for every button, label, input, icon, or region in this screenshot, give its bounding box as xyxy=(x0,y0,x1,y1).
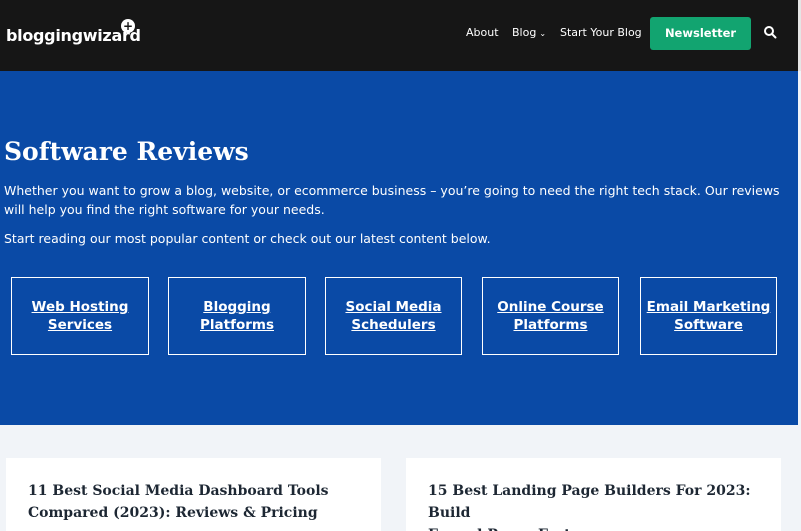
category-web-hosting-button[interactable]: Web Hosting Services xyxy=(11,277,149,355)
nav-start-your-blog-link[interactable]: Start Your Blog xyxy=(560,26,642,39)
category-social-media-schedulers-button[interactable]: Social Media Schedulers xyxy=(325,277,462,355)
page-title: Software Reviews xyxy=(4,137,249,166)
site-header: bloggingwizard + About Blog ⌄ Start Your … xyxy=(0,0,801,71)
site-logo[interactable]: bloggingwizard xyxy=(6,26,141,45)
category-label: Email Marketing Software xyxy=(646,299,771,333)
article-title[interactable]: 11 Best Social Media Dashboard Tools Com… xyxy=(28,480,329,524)
hero-section: Software Reviews Whether you want to gro… xyxy=(0,71,798,425)
newsletter-button[interactable]: Newsletter xyxy=(650,17,751,50)
hero-subtext: Start reading our most popular content o… xyxy=(4,231,491,246)
category-label: Social Media Schedulers xyxy=(345,299,442,333)
category-label: Web Hosting Services xyxy=(31,299,129,333)
category-label: Blogging Platforms xyxy=(200,299,274,333)
chevron-down-icon: ⌄ xyxy=(539,29,547,38)
category-label: Online Course Platforms xyxy=(497,299,604,333)
search-icon[interactable] xyxy=(763,25,777,39)
category-online-course-platforms-button[interactable]: Online Course Platforms xyxy=(482,277,619,355)
nav-blog-link[interactable]: Blog ⌄ xyxy=(512,26,546,39)
logo-plus-icon: + xyxy=(121,19,135,33)
category-email-marketing-software-button[interactable]: Email Marketing Software xyxy=(640,277,777,355)
article-card[interactable]: 15 Best Landing Page Builders For 2023: … xyxy=(406,458,781,531)
article-card[interactable]: 11 Best Social Media Dashboard Tools Com… xyxy=(6,458,381,531)
hero-description: Whether you want to grow a blog, website… xyxy=(4,183,780,217)
category-blogging-platforms-button[interactable]: Blogging Platforms xyxy=(168,277,306,355)
article-title[interactable]: 15 Best Landing Page Builders For 2023: … xyxy=(428,480,781,531)
nav-blog-label: Blog xyxy=(512,26,537,39)
nav-about-link[interactable]: About xyxy=(466,26,499,39)
